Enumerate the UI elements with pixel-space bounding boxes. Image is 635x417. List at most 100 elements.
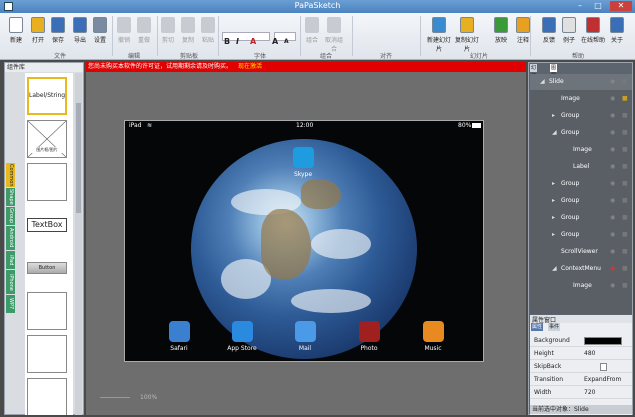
ribbon-button-5[interactable]: 撤销 bbox=[114, 17, 134, 47]
lock-icon[interactable]: ■ bbox=[622, 193, 628, 209]
collapse-arrow-icon[interactable]: ◢ bbox=[540, 74, 545, 90]
expand-arrow-icon[interactable]: ▸ bbox=[552, 227, 555, 243]
visibility-eye-icon[interactable]: ◉ bbox=[610, 142, 615, 158]
property-value[interactable] bbox=[600, 363, 607, 371]
tab-events[interactable]: 事件 bbox=[548, 323, 561, 331]
ribbon-button-9[interactable]: 粘贴 bbox=[198, 17, 218, 47]
layer-node-image[interactable]: Image ◉ ■ bbox=[530, 142, 632, 158]
category-tab-android[interactable]: Android bbox=[6, 226, 15, 250]
visibility-eye-icon[interactable]: ◉ bbox=[610, 91, 615, 107]
ribbon-button-12[interactable]: 新建幻灯片 bbox=[426, 17, 452, 53]
component-tile[interactable]: 图片框/图片 bbox=[27, 120, 67, 158]
property-value[interactable]: 480 bbox=[584, 350, 595, 358]
lock-icon[interactable]: ■ bbox=[622, 210, 628, 226]
layer-node-contextmenu[interactable]: ◢ ContextMenu ◉ ■ bbox=[530, 261, 632, 277]
tab-layers[interactable]: 图层 bbox=[550, 64, 558, 79]
ribbon-button-3[interactable]: 导出 bbox=[70, 17, 90, 47]
layer-node-group[interactable]: ▸ Group ◉ ■ bbox=[530, 193, 632, 209]
ribbon-button-10[interactable]: 组合 bbox=[302, 17, 322, 47]
property-row-skipback[interactable]: SkipBack bbox=[530, 361, 632, 373]
shrink-font-button[interactable]: A bbox=[284, 38, 289, 45]
property-value[interactable] bbox=[584, 337, 622, 345]
component-list-scrollbar[interactable] bbox=[75, 73, 82, 415]
layer-node-slide[interactable]: ◢ Slide ◉ ■ bbox=[530, 74, 632, 90]
visibility-eye-icon[interactable]: ◉ bbox=[610, 159, 615, 175]
visibility-eye-icon[interactable]: ◉ bbox=[610, 210, 615, 226]
zoom-slider[interactable] bbox=[100, 397, 130, 398]
ribbon-button-0[interactable]: 新建 bbox=[6, 17, 26, 47]
component-tile[interactable] bbox=[27, 163, 67, 201]
property-value[interactable]: ExpandFrom bbox=[584, 376, 621, 384]
lock-icon[interactable]: ■ bbox=[622, 244, 628, 260]
ribbon-button-4[interactable]: 设置 bbox=[90, 17, 110, 47]
ribbon-button-1[interactable]: 打开 bbox=[28, 17, 48, 47]
safari-app-icon[interactable] bbox=[169, 321, 190, 342]
layer-node-group[interactable]: ▸ Group ◉ ■ bbox=[530, 227, 632, 243]
ribbon-button-13[interactable]: 复制幻灯片 bbox=[454, 17, 480, 53]
lock-icon[interactable]: ■ bbox=[622, 74, 628, 90]
collapse-arrow-icon[interactable]: ◢ bbox=[552, 261, 557, 277]
component-tile[interactable] bbox=[27, 335, 67, 373]
font-color-button[interactable]: A bbox=[250, 37, 256, 46]
italic-button[interactable]: I bbox=[236, 37, 239, 46]
visibility-eye-icon[interactable]: ◉ bbox=[610, 278, 615, 294]
lock-icon[interactable]: ■ bbox=[622, 125, 628, 141]
expand-arrow-icon[interactable]: ▸ bbox=[552, 176, 555, 192]
property-value[interactable]: 720 bbox=[584, 389, 595, 397]
ribbon-button-7[interactable]: 剪切 bbox=[158, 17, 178, 47]
lock-icon[interactable]: ■ bbox=[622, 159, 628, 175]
expand-arrow-icon[interactable]: ▸ bbox=[552, 193, 555, 209]
ribbon-button-6[interactable]: 重做 bbox=[134, 17, 154, 47]
design-canvas[interactable]: 您尚未购买本软件的许可证，试用期剩余请及时购买。 现在激活 iPad ≋ 12:0… bbox=[86, 62, 526, 415]
expand-arrow-icon[interactable]: ▸ bbox=[552, 108, 555, 124]
layer-node-image[interactable]: Image ◉ ■ bbox=[530, 278, 632, 294]
visibility-eye-icon[interactable]: ◉ bbox=[610, 74, 615, 90]
ribbon-button-17[interactable]: 例子 bbox=[556, 17, 582, 47]
layer-node-scrollviewer[interactable]: ScrollViewer ◉ ■ bbox=[530, 244, 632, 260]
layer-node-group[interactable]: ▸ Group ◉ ■ bbox=[530, 210, 632, 226]
expand-arrow-icon[interactable]: ▸ bbox=[552, 210, 555, 226]
lock-icon[interactable]: ■ bbox=[622, 108, 628, 124]
component-tile[interactable]: Label/String bbox=[27, 77, 67, 115]
minimize-button[interactable]: – bbox=[572, 1, 588, 11]
layer-node-group[interactable]: ▸ Group ◉ ■ bbox=[530, 176, 632, 192]
lock-icon[interactable]: ■ bbox=[622, 142, 628, 158]
component-tile[interactable] bbox=[27, 378, 67, 415]
visibility-eye-icon[interactable]: ◉ bbox=[610, 261, 615, 277]
ribbon-button-11[interactable]: 取消组合 bbox=[324, 17, 344, 53]
category-tab-ipad[interactable]: iPad bbox=[6, 251, 15, 269]
lock-icon[interactable]: ■ bbox=[622, 176, 628, 192]
category-tab-common[interactable]: Common bbox=[6, 163, 15, 187]
lock-icon[interactable]: ■ bbox=[622, 261, 628, 277]
ribbon-button-2[interactable]: 保存 bbox=[48, 17, 68, 47]
property-row-transition[interactable]: Transition ExpandFrom bbox=[530, 374, 632, 386]
property-row-background[interactable]: Background bbox=[530, 335, 632, 347]
visibility-eye-icon[interactable]: ◉ bbox=[610, 227, 615, 243]
maximize-button[interactable]: □ bbox=[590, 1, 606, 11]
layer-node-image[interactable]: Image ◉ ■ bbox=[530, 91, 632, 107]
tab-properties[interactable]: 属性 bbox=[531, 323, 544, 331]
scrollbar-thumb[interactable] bbox=[76, 103, 81, 213]
bold-button[interactable]: B bbox=[224, 37, 230, 46]
layer-node-group[interactable]: ◢ Group ◉ ■ bbox=[530, 125, 632, 141]
visibility-eye-icon[interactable]: ◉ bbox=[610, 176, 615, 192]
layer-node-label[interactable]: Label ◉ ■ bbox=[530, 159, 632, 175]
photo-app-icon[interactable] bbox=[359, 321, 380, 342]
ribbon-button-19[interactable]: 关于 bbox=[604, 17, 630, 47]
category-tab-iphone[interactable]: iPhone bbox=[6, 270, 15, 294]
category-tab-shape[interactable]: Shape bbox=[6, 188, 15, 206]
lock-icon[interactable]: ■ bbox=[622, 227, 628, 243]
ribbon-button-15[interactable]: 注释 bbox=[510, 17, 536, 47]
mail-app-icon[interactable] bbox=[295, 321, 316, 342]
lock-icon[interactable]: ■ bbox=[622, 278, 628, 294]
category-tab-group[interactable]: Group bbox=[6, 207, 15, 225]
visibility-eye-icon[interactable]: ◉ bbox=[610, 193, 615, 209]
ribbon-button-18[interactable]: 在线帮助 bbox=[580, 17, 606, 47]
collapse-arrow-icon[interactable]: ◢ bbox=[552, 125, 557, 141]
visibility-eye-icon[interactable]: ◉ bbox=[610, 244, 615, 260]
close-button[interactable]: ✕ bbox=[610, 1, 632, 11]
music-app-icon[interactable] bbox=[423, 321, 444, 342]
activate-now-link[interactable]: 现在激活 bbox=[238, 63, 262, 70]
component-tile[interactable]: TextBox bbox=[27, 218, 67, 232]
property-row-height[interactable]: Height 480 bbox=[530, 348, 632, 360]
